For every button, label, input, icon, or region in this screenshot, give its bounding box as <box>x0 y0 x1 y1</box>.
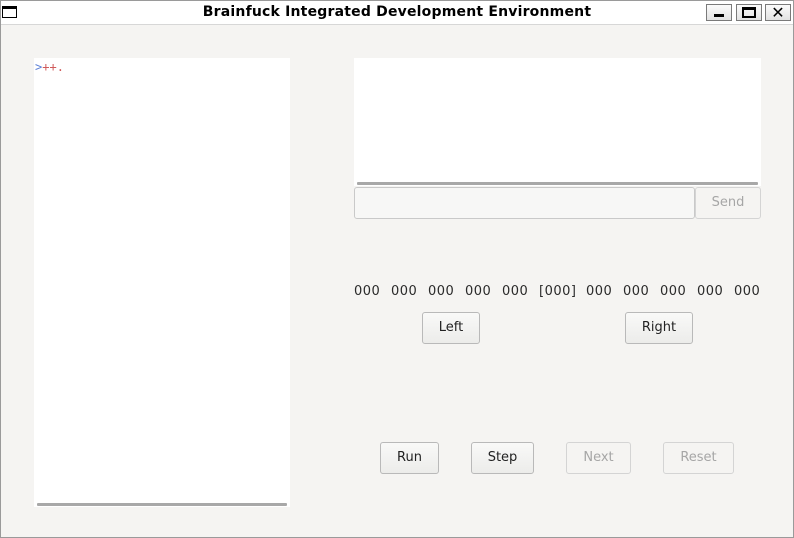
tape-cell: 000 <box>586 284 613 299</box>
step-button[interactable]: Step <box>471 442 534 474</box>
tape-right-button[interactable]: Right <box>625 312 693 344</box>
tape-cell: 000 <box>660 284 687 299</box>
title-bar[interactable]: Brainfuck Integrated Development Environ… <box>1 1 793 25</box>
minimize-button[interactable] <box>706 4 732 21</box>
code-token-output: . <box>56 60 64 74</box>
output-area[interactable] <box>354 58 761 186</box>
code-editor[interactable]: >++. <box>34 58 290 507</box>
tape-cell: 000 <box>354 284 381 299</box>
editor-code: >++. <box>35 60 64 74</box>
close-icon: ✕ <box>771 3 785 22</box>
tape-left-button[interactable]: Left <box>422 312 480 344</box>
maximize-icon <box>742 7 756 18</box>
tape-cell: 000 <box>391 284 418 299</box>
output-horizontal-scrollbar[interactable] <box>357 182 758 185</box>
tape-cell: 000 <box>465 284 492 299</box>
main-window: Brainfuck Integrated Development Environ… <box>0 0 794 538</box>
maximize-button[interactable] <box>736 4 762 21</box>
tape-cell: 000 <box>428 284 455 299</box>
window-title: Brainfuck Integrated Development Environ… <box>202 4 592 20</box>
code-token-increment: ++ <box>42 60 57 74</box>
reset-button[interactable]: Reset <box>663 442 734 474</box>
input-field[interactable] <box>354 187 695 219</box>
close-button[interactable]: ✕ <box>765 3 791 22</box>
tape-cell: 000 <box>502 284 529 299</box>
memory-tape: 000 000 000 000 000 [000] 000 000 000 00… <box>354 284 764 302</box>
run-button[interactable]: Run <box>380 442 439 474</box>
tape-cell: 000 <box>623 284 650 299</box>
tape-cell: 000 <box>734 284 761 299</box>
next-button[interactable]: Next <box>566 442 631 474</box>
minimize-icon <box>714 14 724 17</box>
editor-horizontal-scrollbar[interactable] <box>37 503 287 506</box>
send-button[interactable]: Send <box>695 187 761 219</box>
tape-cell-current: [000] <box>539 284 577 299</box>
tape-cell: 000 <box>697 284 724 299</box>
